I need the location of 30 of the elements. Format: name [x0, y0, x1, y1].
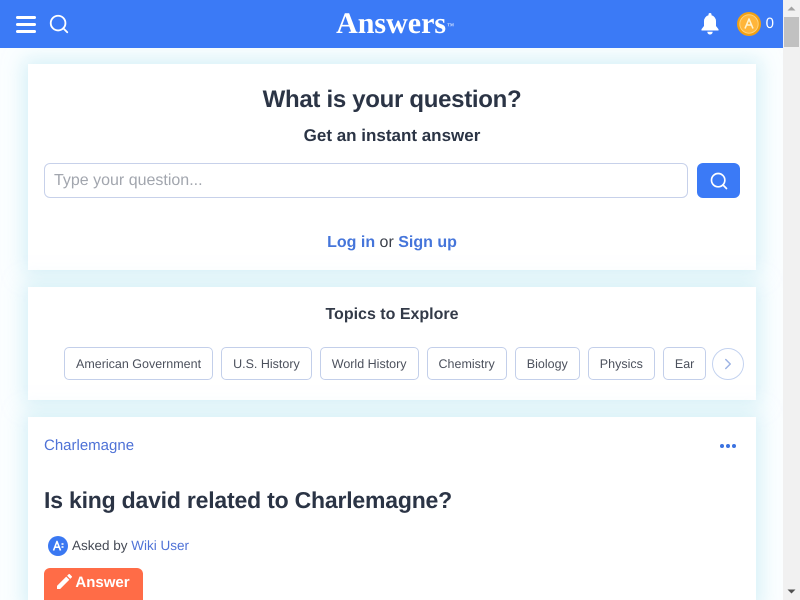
bell-icon[interactable]: [700, 13, 720, 35]
ask-title: What is your question?: [262, 85, 522, 115]
question-title: Is king david related to Charlemagne?: [44, 486, 453, 515]
topic-chip[interactable]: Biology: [514, 347, 580, 380]
logo[interactable]: Answers$^{™}$: [336, 7, 454, 41]
login-prompt: Log in or Sign up: [327, 233, 457, 253]
topics-title: Topics to Explore: [325, 305, 459, 325]
topic-chip[interactable]: American Government: [64, 347, 214, 380]
coin-count: 0: [766, 15, 774, 33]
topic-chip[interactable]: World History: [320, 347, 419, 380]
search-button[interactable]: [697, 163, 740, 198]
search-icon: [708, 170, 728, 190]
topic-chip[interactable]: Chemistry: [426, 347, 507, 380]
question-input[interactable]: Type your question...: [44, 163, 688, 198]
topic-chip[interactable]: Ear: [662, 347, 706, 380]
more-icon[interactable]: [720, 444, 736, 448]
login-link[interactable]: Log in: [327, 234, 376, 251]
ask-subtitle: Get an instant answer: [302, 125, 482, 147]
search-icon[interactable]: [48, 13, 70, 35]
topic-chip[interactable]: Physics: [588, 347, 655, 380]
menu-icon[interactable]: [16, 16, 36, 32]
coin-icon[interactable]: [736, 12, 761, 36]
pencil-icon: [57, 574, 72, 589]
topic-link[interactable]: Charlemagne: [44, 436, 134, 456]
avatar-icon: [48, 536, 68, 556]
author-link[interactable]: Wiki User: [131, 538, 190, 553]
topic-chip[interactable]: U.S. History: [221, 347, 312, 380]
scrollbar-thumb[interactable]: [784, 17, 799, 47]
asked-by-text: Asked by Wiki User: [72, 537, 190, 555]
signup-link[interactable]: Sign up: [398, 234, 457, 251]
